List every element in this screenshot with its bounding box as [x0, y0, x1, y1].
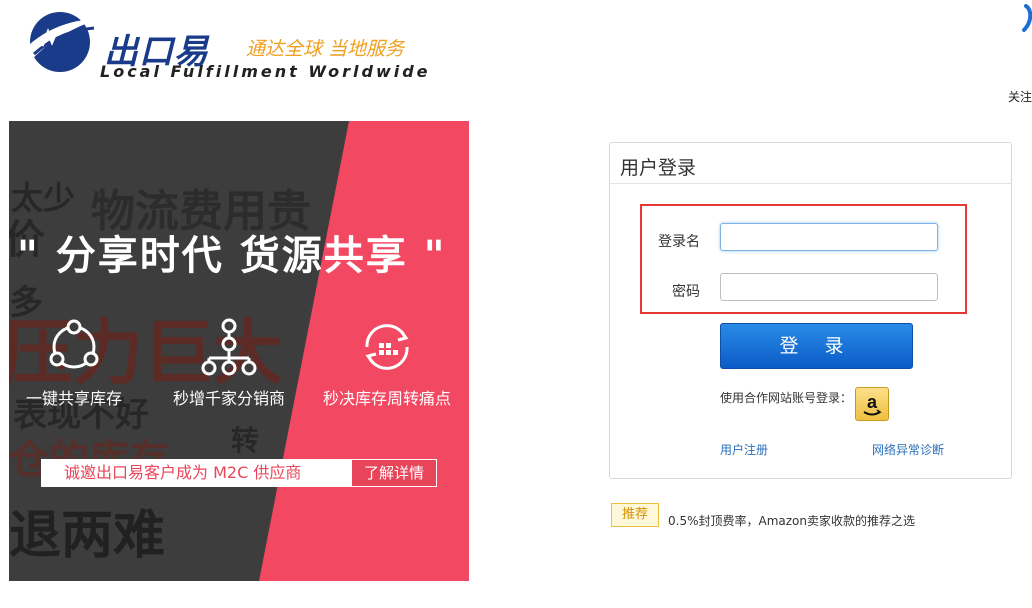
password-label: 密码: [672, 284, 700, 300]
feature-distributors: 秒增千家分销商: [164, 317, 294, 409]
recommend-link[interactable]: 0.5%封顶费率，Amazon卖家收款的推荐之选: [668, 512, 915, 529]
feature-label: 秒增千家分销商: [172, 389, 285, 408]
banner-cta[interactable]: 诚邀出口易客户成为 M2C 供应商 了解详情: [41, 459, 437, 487]
feature-label: 一键共享库存: [25, 389, 122, 408]
globe-swoosh-icon: [18, 12, 100, 72]
hierarchy-icon: [201, 318, 257, 376]
recommend-badge: 推荐: [611, 503, 659, 527]
username-label: 登录名: [658, 234, 700, 250]
feature-label: 秒决库存周转痛点: [322, 389, 451, 408]
username-input[interactable]: [720, 223, 938, 251]
banner-headline: " 分享时代 货源共享 ": [17, 233, 447, 279]
learn-more-button[interactable]: 了解详情: [352, 460, 436, 486]
cta-text: 诚邀出口易客户成为 M2C 供应商: [64, 463, 302, 482]
brand-slogan: 通达全球 当地服务: [246, 38, 405, 60]
svg-text:a: a: [867, 392, 878, 412]
promo-banner[interactable]: 太少 物流费用贵 价 多 压力巨大 表现不好 仓的库存 退两难 转 " 分享时代…: [9, 121, 469, 581]
brand-english: Local Fulfillment Worldwide: [100, 62, 431, 81]
login-button[interactable]: 登 录: [720, 323, 913, 369]
login-title: 用户登录: [620, 157, 697, 179]
password-input[interactable]: [720, 273, 938, 301]
amazon-icon[interactable]: a: [855, 387, 889, 421]
divider: [610, 183, 1011, 184]
login-panel: 用户登录 登录名 密码 登 录 使用合作网站账号登录： a 用户注册 网络异常诊…: [609, 142, 1012, 479]
feature-share-stock: 一键共享库存: [9, 317, 139, 409]
share-network-icon: [49, 319, 99, 369]
inventory-cycle-icon: [365, 324, 409, 370]
follow-link[interactable]: 关注: [1008, 88, 1032, 105]
bg-word: 转: [231, 424, 260, 457]
feature-turnover: 秒决库存周转痛点: [322, 317, 452, 409]
register-link[interactable]: 用户注册: [720, 441, 768, 458]
site-logo[interactable]: 出口易 通达全球 当地服务 Local Fulfillment Worldwid…: [14, 6, 434, 86]
weibo-icon[interactable]: [1018, 4, 1032, 34]
network-diagnose-link[interactable]: 网络异常诊断: [872, 441, 944, 458]
bg-word: 退两难: [9, 506, 166, 566]
partner-login-text: 使用合作网站账号登录：: [720, 391, 853, 405]
